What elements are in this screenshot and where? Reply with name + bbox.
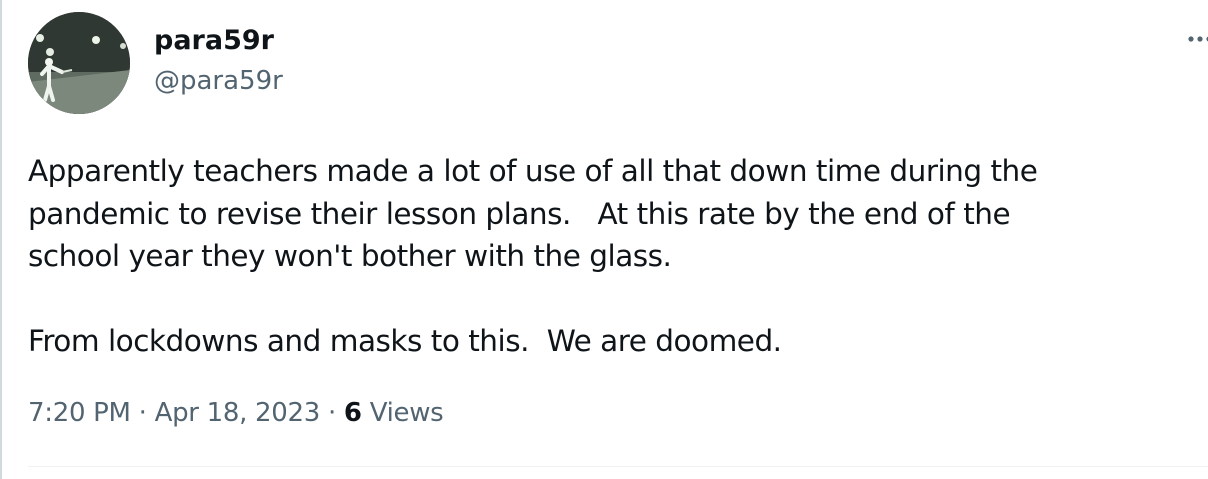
views-label: Views [369, 398, 444, 428]
avatar-image [28, 12, 130, 114]
avatar[interactable] [28, 12, 130, 114]
tweet-text-line: school year they won't bother with the g… [28, 239, 672, 273]
views-count: 6 [343, 398, 362, 428]
tweet-text-line: From lockdowns and masks to this. We are… [28, 323, 782, 358]
tweet-meta: 7:20 PM · Apr 18, 2023 · 6 Views [28, 392, 444, 434]
user-handle[interactable]: @para59r [154, 66, 283, 96]
tweet-card: para59r @para59r Apparently teachers mad… [0, 0, 1208, 479]
more-options-icon[interactable] [1182, 24, 1208, 54]
display-name[interactable]: para59r [154, 26, 274, 56]
tweet-text-line: Apparently teachers made a lot of use of… [28, 154, 1038, 188]
tweet-date[interactable]: Apr 18, 2023 [155, 398, 321, 428]
divider [28, 466, 1208, 467]
tweet-time[interactable]: 7:20 PM [28, 398, 131, 428]
meta-separator: · [327, 398, 336, 428]
tweet-text: Apparently teachers made a lot of use of… [28, 150, 1198, 362]
meta-separator: · [138, 398, 147, 428]
tweet-text-line: pandemic to revise their lesson plans. A… [28, 196, 1011, 231]
